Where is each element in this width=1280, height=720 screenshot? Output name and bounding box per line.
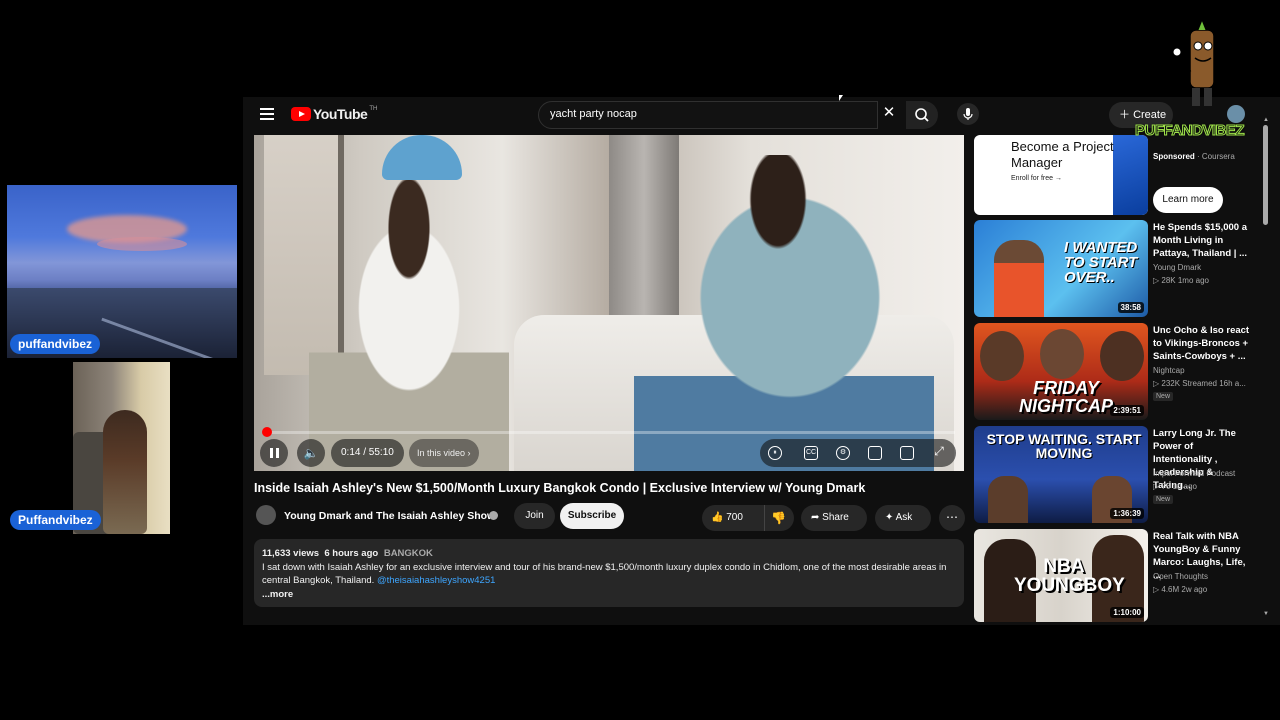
- pause-icon: [269, 448, 273, 458]
- sparkle-icon: ✦: [885, 512, 896, 523]
- like-button[interactable]: 👍 700: [702, 505, 757, 531]
- chapters-button[interactable]: In this video ›: [409, 439, 479, 467]
- recommendation-meta: ▷ 4.6M 2w ago: [1153, 585, 1208, 594]
- recommendation-meta: ▷ 232K Streamed 16h a...: [1153, 379, 1246, 388]
- duration-badge: 2:39:51: [1110, 405, 1144, 416]
- thumbs-up-icon: 👍: [711, 512, 727, 523]
- streamer-name-tag: puffandvibez: [10, 334, 100, 354]
- scroll-down-arrow-icon[interactable]: ▼: [1263, 611, 1269, 617]
- progress-bar[interactable]: [265, 431, 955, 434]
- share-button[interactable]: ➦ Share: [801, 505, 867, 531]
- recommendation-channel[interactable]: Nightcap: [1153, 366, 1185, 375]
- scrubber-handle[interactable]: [262, 427, 272, 437]
- show-more-button[interactable]: ...more: [262, 588, 956, 602]
- new-badge: New: [1153, 392, 1174, 401]
- watermark-text: PUFFANDVIBEZ: [1134, 122, 1245, 140]
- description-meta: 11,633 views 6 hours ago BANGKOK: [262, 548, 433, 559]
- description-text: I sat down with Isaiah Ashley for an exc…: [262, 561, 947, 587]
- new-badge: New: [1153, 495, 1174, 504]
- chevron-right-icon: ›: [467, 448, 471, 458]
- youtube-logo[interactable]: YouTube TH: [291, 106, 377, 122]
- microphone-icon: [963, 108, 973, 120]
- recommendation-title[interactable]: Unc Ocho & Iso react to Vikings-Broncos …: [1153, 324, 1253, 363]
- ad-enroll-text: Enroll for free →: [1011, 175, 1062, 182]
- learn-more-button[interactable]: Learn more: [1153, 187, 1223, 213]
- subscribe-button[interactable]: Subscribe: [560, 503, 624, 529]
- video-player[interactable]: 🔈 0:14 / 55:10 In this video › ⏸ CC ⚙ ⤢: [254, 135, 964, 471]
- streamer: [103, 410, 147, 534]
- recommendation-thumbnail[interactable]: FRIDAY NIGHTCAP 2:39:51: [974, 323, 1148, 420]
- search-input[interactable]: yacht party nocap: [538, 101, 878, 129]
- mouse-cursor-icon: [839, 95, 843, 101]
- duration-badge: 1:36:39: [1110, 508, 1144, 519]
- recommendation-meta: ▷ 76 1d ago: [1153, 482, 1197, 491]
- verified-check-icon: [489, 511, 498, 520]
- captions-icon[interactable]: CC: [804, 446, 818, 460]
- recommendation-thumbnail[interactable]: NBA YOUNGBOY 1:10:00: [974, 529, 1148, 622]
- cast-icon[interactable]: [900, 446, 914, 460]
- player-right-controls: ⏸ CC ⚙ ⤢: [760, 439, 956, 467]
- webcam-scenery: [7, 185, 237, 358]
- ask-button[interactable]: ✦ Ask: [875, 505, 931, 531]
- dislike-button[interactable]: 👎: [764, 505, 792, 531]
- channel-mention-link[interactable]: @theisaiahashleyshow4251: [377, 575, 495, 586]
- scroll-up-arrow-icon[interactable]: ▲: [1263, 117, 1269, 123]
- scrollbar-thumb[interactable]: [1263, 125, 1268, 225]
- location-tag: BANGKOK: [383, 548, 433, 559]
- duration-badge: 38:58: [1117, 302, 1144, 313]
- host-person: [634, 155, 934, 471]
- sponsored-label: Sponsored · Coursera: [1153, 152, 1235, 161]
- autoplay-toggle-icon[interactable]: ⏸: [768, 446, 782, 460]
- speaker-icon: 🔈: [303, 446, 319, 460]
- recommendation-channel[interactable]: Open Thoughts: [1153, 572, 1208, 581]
- miniplayer-icon[interactable]: [868, 446, 882, 460]
- clear-search-icon[interactable]: ✕: [881, 105, 897, 121]
- search-icon: [915, 108, 929, 122]
- channel-avatar[interactable]: [256, 505, 276, 525]
- recommendation-title[interactable]: He Spends $15,000 a Month Living in Patt…: [1153, 221, 1253, 260]
- webcam-streamer: [73, 362, 170, 534]
- recommendation-meta: ▷ 28K 1mo ago: [1153, 276, 1209, 285]
- share-arrow-icon: ➦: [811, 512, 823, 523]
- voice-search-button[interactable]: [957, 103, 979, 125]
- account-avatar[interactable]: [1227, 105, 1245, 123]
- duration-badge: 1:10:00: [1110, 607, 1144, 618]
- time-display: 0:14 / 55:10: [331, 439, 404, 467]
- ad-thumbnail[interactable]: Become a Project Manager Enroll for free…: [974, 135, 1148, 215]
- more-actions-button[interactable]: ⋯: [939, 505, 965, 531]
- recommendation-channel[interactable]: Impel Forward Podcast: [1153, 469, 1235, 478]
- like-dislike-group: 👍 700 👎: [702, 505, 794, 531]
- video-title: Inside Isaiah Ashley's New $1,500/Month …: [254, 481, 866, 495]
- more-dots-icon: ⋯: [946, 510, 958, 524]
- sky-cloud: [97, 237, 187, 251]
- streamer-name-tag: Puffandvibez: [10, 510, 101, 530]
- blue-cap: [382, 135, 462, 180]
- settings-gear-icon[interactable]: ⚙: [836, 446, 850, 460]
- pause-button[interactable]: [260, 439, 288, 467]
- ad-headline: Become a Project Manager: [1011, 139, 1114, 170]
- thumbs-down-icon: 👎: [771, 511, 786, 525]
- recommendation-channel[interactable]: Young Dmark: [1153, 263, 1201, 272]
- youtube-window: YouTube TH yacht party nocap ✕ ＋ Create …: [243, 97, 1280, 625]
- recommendation-thumbnail[interactable]: STOP WAITING. START MOVING 1:36:39: [974, 426, 1148, 523]
- masthead: YouTube TH yacht party nocap ✕ ＋ Create: [243, 97, 1280, 134]
- search-button[interactable]: [906, 101, 938, 129]
- description-box[interactable]: 11,633 views 6 hours ago BANGKOK I sat d…: [254, 539, 964, 607]
- volume-button[interactable]: 🔈: [297, 439, 325, 467]
- join-button[interactable]: Join: [514, 503, 555, 529]
- mascot-logo-icon: [1172, 18, 1215, 106]
- guest-person: [309, 175, 509, 471]
- fullscreen-icon[interactable]: ⤢: [932, 445, 946, 460]
- menu-icon[interactable]: [260, 108, 274, 120]
- recommendation-thumbnail[interactable]: I WANTED TO START OVER.. 38:58: [974, 220, 1148, 317]
- plus-icon: ＋: [1119, 109, 1134, 121]
- play-logo-icon: [291, 107, 311, 121]
- channel-name[interactable]: Young Dmark and The Isaiah Ashley Show: [284, 510, 495, 522]
- search-query: yacht party nocap: [550, 108, 637, 120]
